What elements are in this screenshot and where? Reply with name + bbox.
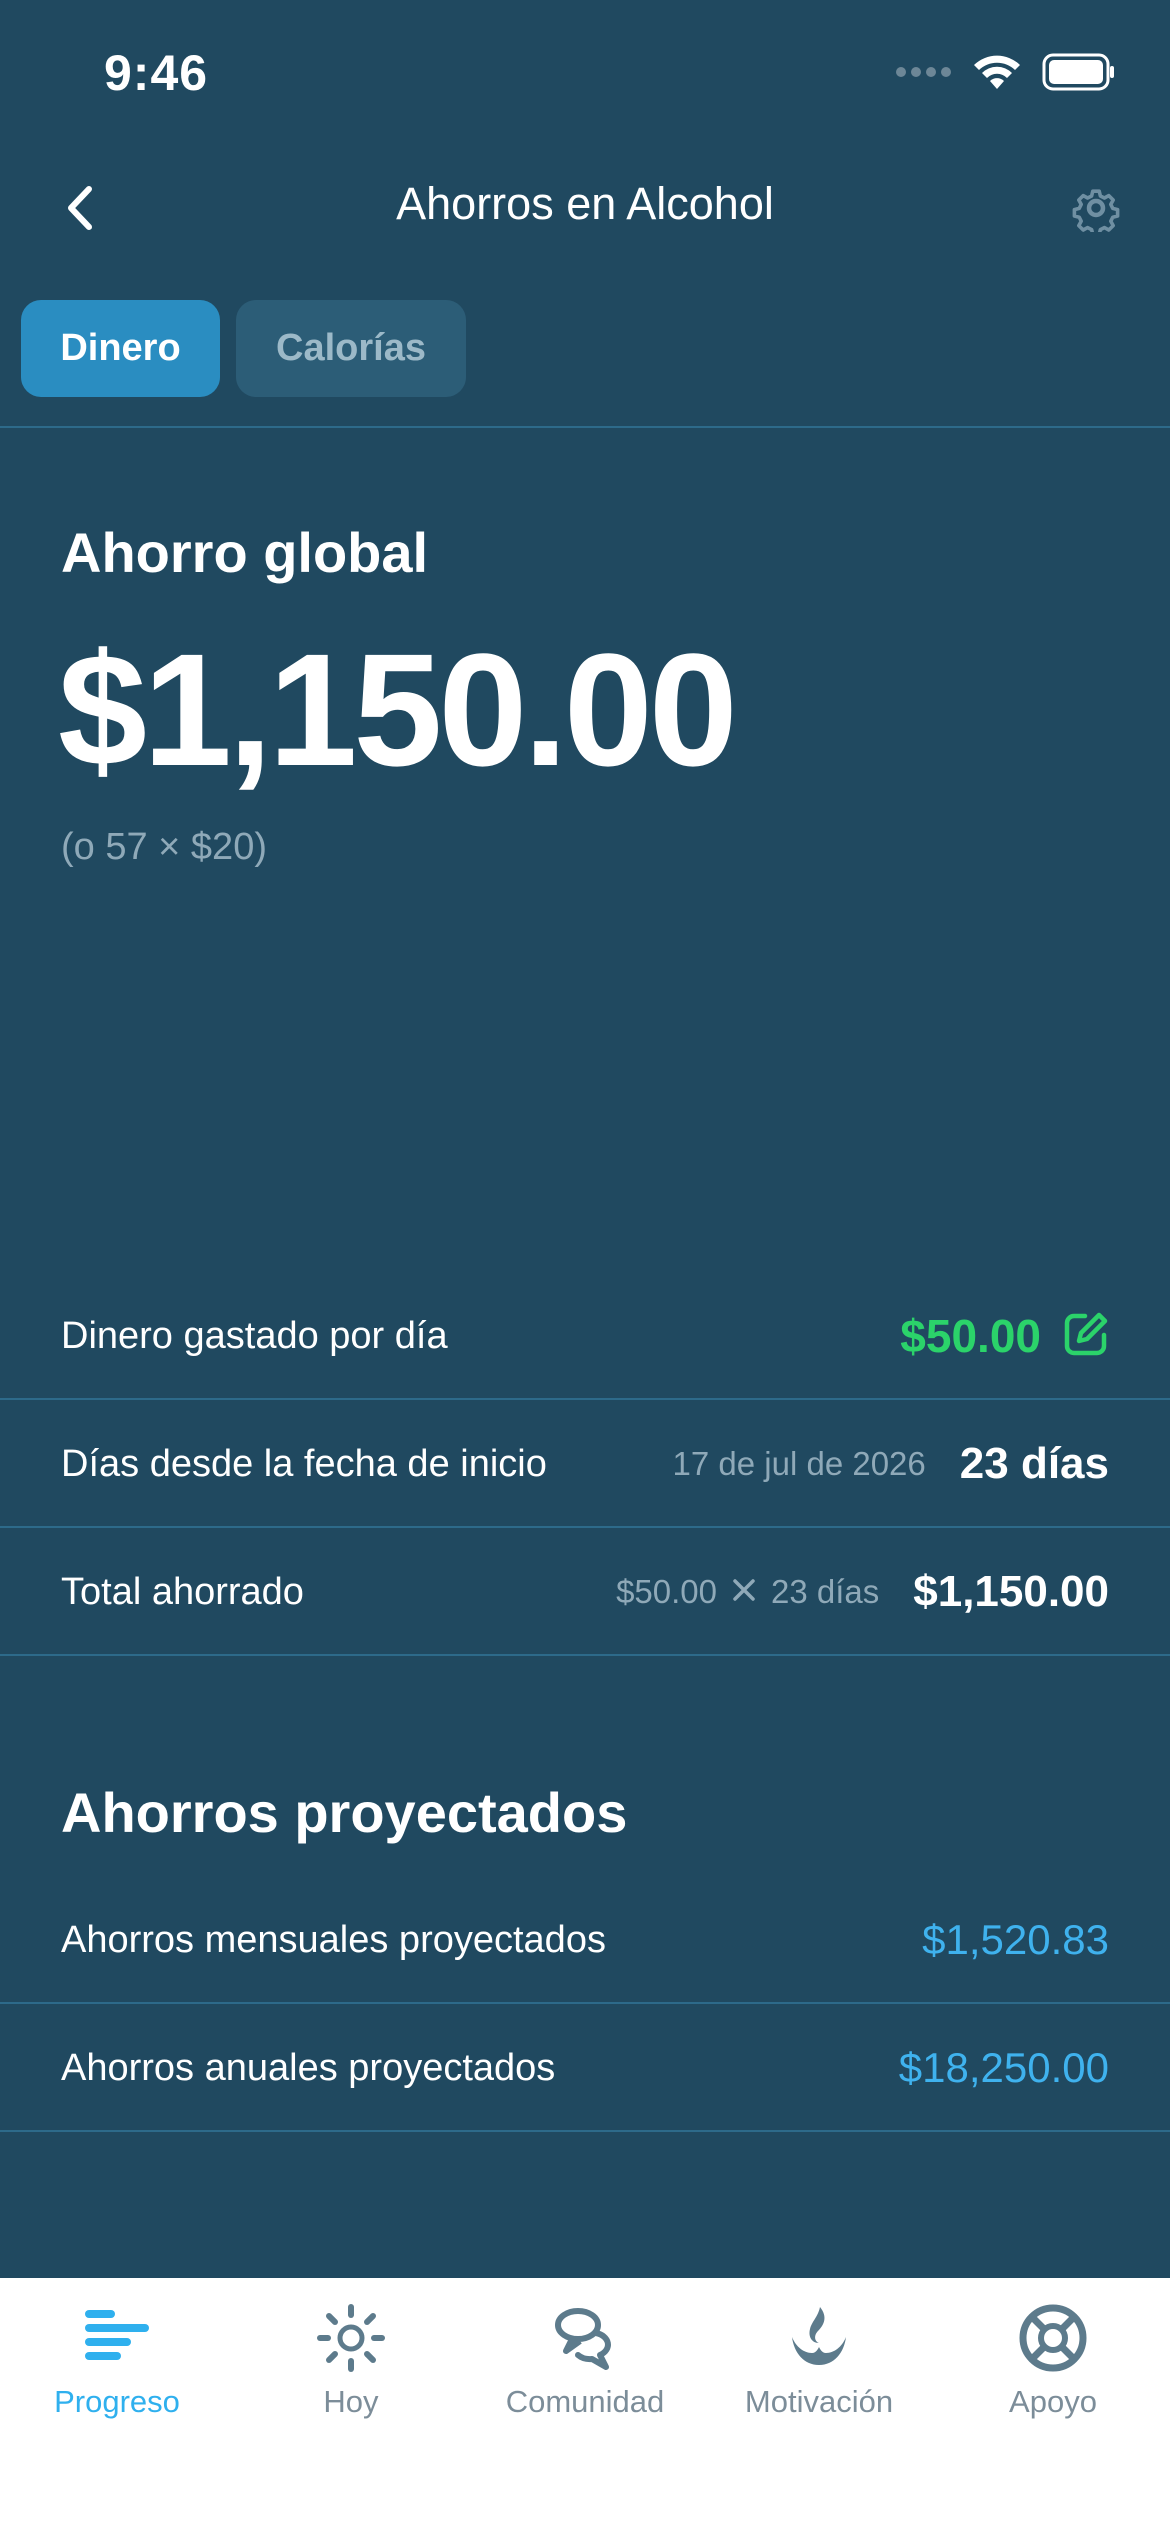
- days-since-value: 23 días: [959, 1439, 1109, 1488]
- signal-icon: [896, 65, 952, 84]
- bottom-tab-bar: Progreso Hoy Comunidad Motivación Apoyo: [0, 2278, 1170, 2532]
- tab-dinero[interactable]: Dinero: [21, 300, 220, 397]
- row-spent-per-day[interactable]: Dinero gastado por día $50.00: [0, 1272, 1170, 1400]
- row-days-since-start: Días desde la fecha de inicio 17 de jul …: [0, 1400, 1170, 1528]
- calc-days: 23 días: [771, 1573, 880, 1610]
- hero-label: Ahorro global: [61, 521, 429, 584]
- calc-amount: $50.00: [616, 1573, 717, 1610]
- hero-subtext: (o 57 × $20): [61, 826, 267, 868]
- tabbar-label: Progreso: [54, 2384, 180, 2419]
- tabbar-label: Hoy: [323, 2384, 379, 2419]
- projected-section-title: Ahorros proyectados: [61, 1781, 628, 1844]
- row-label: Ahorros anuales proyectados: [61, 2046, 556, 2089]
- start-date: 17 de jul de 2026: [672, 1445, 926, 1482]
- tabbar-label: Motivación: [744, 2384, 894, 2419]
- settings-button[interactable]: [1066, 178, 1126, 238]
- row-label: Total ahorrado: [61, 1570, 304, 1613]
- edit-icon[interactable]: [1063, 1311, 1109, 1362]
- projected-yearly-value: $18,250.00: [898, 2044, 1109, 2091]
- progress-icon: [77, 2298, 157, 2378]
- hero-amount: $1,150.00: [58, 620, 738, 799]
- row-label: Días desde la fecha de inicio: [61, 1442, 547, 1485]
- status-icons: [896, 52, 1116, 96]
- battery-icon: [1042, 53, 1116, 96]
- spent-per-day-value: $50.00: [900, 1310, 1041, 1362]
- tab-calorias[interactable]: Calorías: [236, 300, 466, 397]
- row-right: $50.00: [900, 1272, 1109, 1400]
- tabbar-item-apoyo[interactable]: Apoyo: [936, 2278, 1170, 2438]
- sun-icon: [311, 2298, 391, 2378]
- flame-hands-icon: [779, 2298, 859, 2378]
- lifebuoy-icon: [1013, 2298, 1093, 2378]
- row-projected-yearly: Ahorros anuales proyectados $18,250.00: [0, 2004, 1170, 2132]
- row-right: $50.00 23 días $1,150.00: [616, 1528, 1109, 1656]
- page-title: Ahorros en Alcohol: [396, 178, 774, 229]
- chat-bubbles-icon: [545, 2298, 625, 2378]
- wifi-icon: [972, 53, 1022, 96]
- multiply-icon: [731, 1577, 757, 1608]
- status-bar: 9:46: [0, 0, 1170, 150]
- row-right: 17 de jul de 2026 23 días: [673, 1400, 1109, 1528]
- status-time: 9:46: [104, 45, 209, 101]
- tabbar-item-progreso[interactable]: Progreso: [0, 2278, 234, 2438]
- tabbar-label: Apoyo: [1009, 2384, 1097, 2419]
- tabbar-item-comunidad[interactable]: Comunidad: [468, 2278, 702, 2438]
- row-right: $1,520.83: [922, 1876, 1109, 2004]
- row-right: $18,250.00: [899, 2004, 1109, 2132]
- segmented-tabs: Dinero Calorías: [21, 300, 466, 397]
- tabbar-label: Comunidad: [505, 2384, 665, 2419]
- projected-monthly-value: $1,520.83: [922, 1916, 1109, 1963]
- row-projected-monthly: Ahorros mensuales proyectados $1,520.83: [0, 1876, 1170, 2004]
- total-saved-value: $1,150.00: [913, 1567, 1109, 1616]
- divider: [0, 426, 1170, 428]
- nav-bar: Ahorros en Alcohol: [0, 150, 1170, 265]
- gear-icon: [1072, 189, 1120, 232]
- row-total-saved: Total ahorrado $50.00 23 días $1,150.00: [0, 1528, 1170, 1656]
- row-label: Dinero gastado por día: [61, 1314, 448, 1357]
- tabbar-item-motivacion[interactable]: Motivación: [702, 2278, 936, 2438]
- tabbar-item-hoy[interactable]: Hoy: [234, 2278, 468, 2438]
- row-label: Ahorros mensuales proyectados: [61, 1918, 606, 1961]
